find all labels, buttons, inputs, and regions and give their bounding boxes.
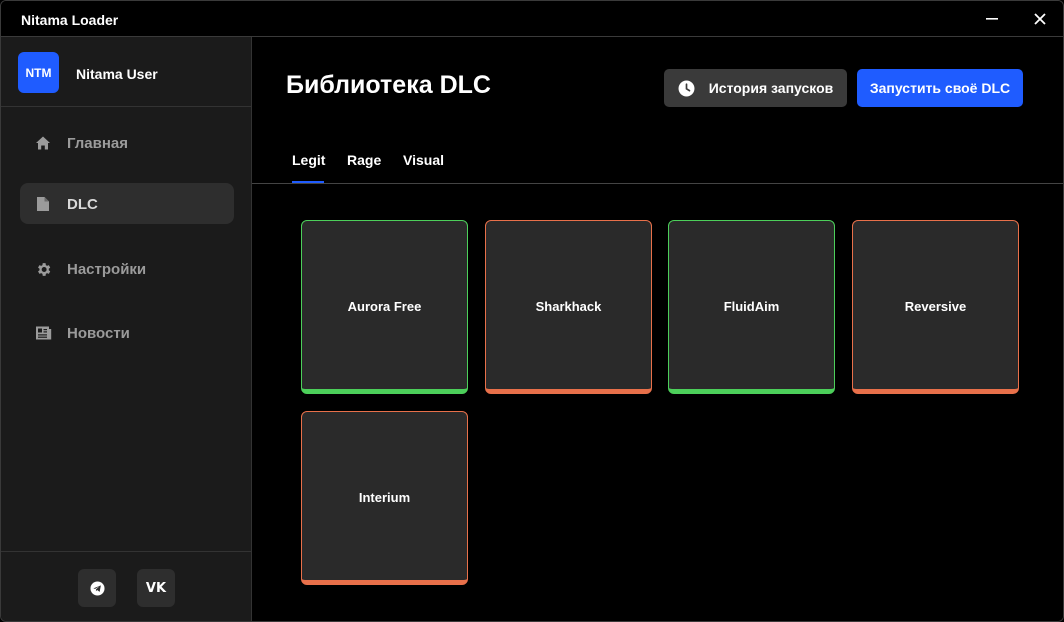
sidebar-item-news[interactable]: Новости <box>20 312 234 353</box>
app-window: Nitama Loader NTM Nitama User Главная DL… <box>0 0 1064 622</box>
sidebar-item-label: DLC <box>67 196 98 213</box>
clock-icon <box>678 80 695 97</box>
minimize-icon <box>986 18 998 20</box>
avatar[interactable]: NTM <box>18 52 59 93</box>
active-tab-indicator <box>292 181 324 183</box>
dlc-card-name: Sharkhack <box>535 298 602 314</box>
page-title: Библиотека DLC <box>286 71 491 99</box>
dlc-card-name: Reversive <box>904 298 967 314</box>
vk-button[interactable]: VK <box>137 569 175 607</box>
sidebar-item-dlc[interactable]: DLC <box>20 183 234 224</box>
tab-bar: Legit Rage Visual <box>252 147 1063 184</box>
tab-rage[interactable]: Rage <box>347 152 381 168</box>
dlc-card-name: Aurora Free <box>347 298 422 314</box>
username: Nitama User <box>76 66 158 82</box>
user-profile: NTM Nitama User <box>1 37 251 107</box>
social-links: VK <box>1 551 251 621</box>
dlc-card-sharkhack[interactable]: Sharkhack <box>485 220 652 394</box>
sidebar-item-label: Настройки <box>67 261 147 278</box>
minimize-button[interactable] <box>980 7 1004 31</box>
close-icon <box>1034 13 1046 25</box>
main-content: Библиотека DLC История запусков Запустит… <box>252 37 1063 621</box>
sidebar-item-home[interactable]: Главная <box>20 122 234 163</box>
newspaper-icon <box>34 324 52 342</box>
launch-dlc-button[interactable]: Запустить своё DLC <box>857 69 1023 107</box>
tab-visual[interactable]: Visual <box>403 152 444 168</box>
dlc-card-reversive[interactable]: Reversive <box>852 220 1019 394</box>
dlc-card-interium[interactable]: Interium <box>301 411 468 585</box>
sidebar-item-settings[interactable]: Настройки <box>20 248 234 289</box>
home-icon <box>34 134 52 152</box>
dlc-card-name: Interium <box>358 489 411 505</box>
file-icon <box>34 195 52 213</box>
gear-icon <box>34 260 52 278</box>
telegram-icon <box>89 580 105 596</box>
sidebar-item-label: Новости <box>67 325 130 342</box>
history-button-label: История запусков <box>708 80 834 96</box>
window-title: Nitama Loader <box>21 12 119 28</box>
sidebar-item-label: Главная <box>67 135 129 152</box>
telegram-button[interactable] <box>78 569 116 607</box>
launch-dlc-button-label: Запустить своё DLC <box>869 80 1011 96</box>
sidebar: NTM Nitama User Главная DLC Настройки Но… <box>1 37 252 621</box>
dlc-card-name: FluidAim <box>723 298 780 314</box>
history-button[interactable]: История запусков <box>664 69 847 107</box>
dlc-card-fluidaim[interactable]: FluidAim <box>668 220 835 394</box>
tab-legit[interactable]: Legit <box>292 152 325 168</box>
title-bar: Nitama Loader <box>1 1 1063 37</box>
dlc-card-aurora-free[interactable]: Aurora Free <box>301 220 468 394</box>
close-button[interactable] <box>1028 7 1052 31</box>
vk-icon: VK <box>145 580 167 596</box>
